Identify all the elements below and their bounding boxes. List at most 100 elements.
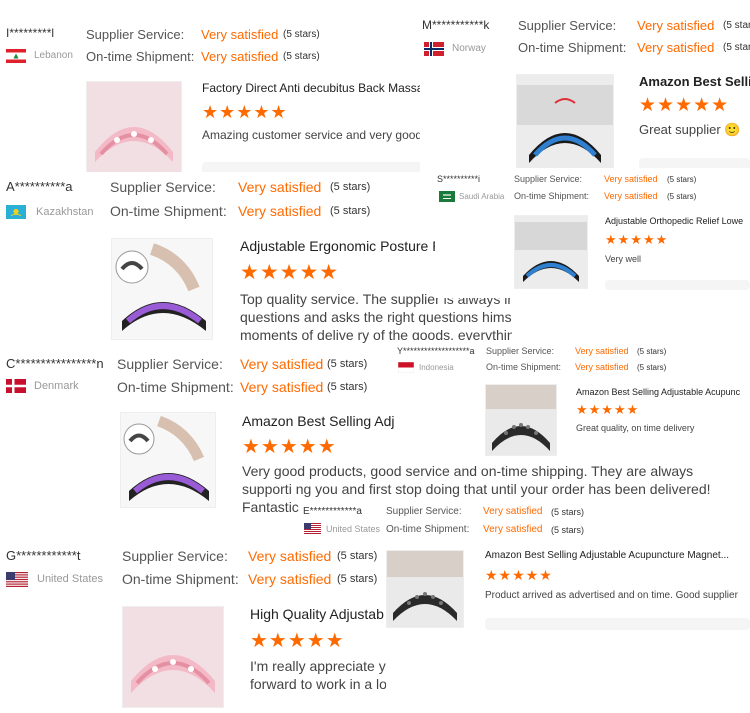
- shipment-stars: (5 stars): [327, 381, 368, 393]
- review-comment: Top quality service. The supplier is alw…: [240, 291, 512, 343]
- shipment-value: Very satisfied: [240, 379, 324, 395]
- product-thumbnail[interactable]: [516, 74, 614, 172]
- reviewer-country: United States: [326, 524, 381, 534]
- review-comment: Great supplier 🙂: [639, 122, 741, 137]
- rating-stars: ★★★★★: [605, 232, 669, 247]
- reviewer-country: Saudi Arabia: [459, 192, 505, 201]
- review-card: S**********i Saudi Arabia Supplier Servi…: [435, 168, 750, 298]
- reviewer-name: S**********i: [437, 174, 481, 184]
- saudi-arabia-flag-icon: [439, 191, 455, 202]
- shipment-value: Very satisfied: [238, 203, 322, 219]
- shipment-value: Very satisfied: [575, 362, 629, 372]
- supplier-service-value: Very satisfied: [240, 356, 324, 372]
- supplier-service-stars: (5 stars): [723, 20, 750, 31]
- massager-image-icon: [87, 82, 181, 176]
- product-title[interactable]: High Quality Adjustab: [250, 606, 384, 622]
- supplier-service-stars: (5 stars): [551, 507, 585, 517]
- product-title[interactable]: Adjustable Orthopedic Relief Lowe: [605, 216, 743, 226]
- massager-image-icon: [517, 75, 613, 171]
- supplier-service-label: Supplier Service:: [122, 548, 228, 564]
- product-title[interactable]: Amazon Best Selling Adjustable Acupunctu…: [485, 550, 729, 561]
- shipment-value: Very satisfied: [637, 40, 715, 55]
- massager-image-icon: [123, 607, 223, 707]
- united-states-flag-icon: [304, 523, 321, 535]
- reviewer-name: I*********l: [6, 26, 55, 40]
- shipment-label: On-time Shipment:: [514, 191, 590, 201]
- product-thumbnail[interactable]: [122, 606, 224, 708]
- supplier-service-value: Very satisfied: [637, 18, 715, 33]
- massager-image-icon: [387, 551, 463, 627]
- shipment-stars: (5 stars): [337, 573, 378, 585]
- product-title[interactable]: Amazon Best Selling Adjustable Acupunc: [576, 387, 740, 397]
- reviewer-country: Lebanon: [34, 50, 73, 61]
- reviewer-name: Y*******************a: [397, 346, 475, 356]
- supplier-service-label: Supplier Service:: [518, 18, 617, 33]
- review-comment: Very well: [605, 254, 642, 264]
- review-comment: Great quality, on time delivery: [576, 423, 695, 433]
- shipment-value: Very satisfied: [201, 49, 279, 64]
- shipment-value: Very satisfied: [483, 524, 543, 535]
- shipment-label: On-time Shipment:: [110, 203, 227, 219]
- rating-stars: ★★★★★: [242, 436, 337, 458]
- denmark-flag-icon: [6, 379, 26, 393]
- shipment-stars: (5 stars): [637, 363, 667, 372]
- review-card: M***********k Norway Supplier Service: V…: [420, 12, 750, 172]
- lebanon-flag-icon: [6, 49, 26, 63]
- shipment-label: On-time Shipment:: [122, 571, 239, 587]
- shipment-label: On-time Shipment:: [486, 362, 562, 372]
- review-card: Y*******************a Indonesia Supplier…: [395, 340, 750, 458]
- shipment-label: On-time Shipment:: [386, 524, 470, 535]
- rating-stars: ★★★★★: [202, 102, 288, 122]
- indonesia-flag-icon: [398, 362, 414, 373]
- supplier-service-value: Very satisfied: [575, 346, 629, 356]
- supplier-service-label: Supplier Service:: [110, 179, 216, 195]
- kazakhstan-flag-icon: [6, 205, 26, 219]
- massager-image-icon: [515, 216, 587, 288]
- supplier-service-stars: (5 stars): [637, 347, 667, 356]
- supplier-service-value: Very satisfied: [483, 506, 543, 517]
- product-title[interactable]: Amazon Best Selling: [639, 74, 750, 89]
- review-card: G************t United States Supplier Se…: [0, 542, 386, 713]
- supplier-service-label: Supplier Service:: [117, 356, 223, 372]
- supplier-service-label: Supplier Service:: [386, 506, 462, 517]
- united-states-flag-icon: [6, 572, 28, 587]
- reviewer-country: Kazakhstan: [36, 206, 94, 218]
- supplier-service-value: Very satisfied: [201, 27, 279, 42]
- rating-stars: ★★★★★: [576, 402, 640, 417]
- product-thumbnail[interactable]: [386, 550, 464, 628]
- supplier-service-value: Very satisfied: [604, 174, 658, 184]
- card-footer: [485, 618, 750, 630]
- supplier-service-stars: (5 stars): [327, 358, 368, 370]
- supplier-service-stars: (5 stars): [337, 550, 378, 562]
- massager-image-icon: [486, 385, 556, 455]
- reviewer-name: C****************n: [6, 356, 104, 371]
- product-thumbnail[interactable]: [86, 81, 182, 177]
- review-comment: Product arrived as advertised and on tim…: [485, 590, 738, 601]
- reviewer-country: United States: [37, 573, 104, 585]
- supplier-service-label: Supplier Service:: [86, 27, 185, 42]
- supplier-service-label: Supplier Service:: [514, 174, 583, 184]
- product-thumbnail[interactable]: [485, 384, 557, 456]
- rating-stars: ★★★★★: [639, 95, 730, 116]
- shipment-stars: (5 stars): [667, 192, 697, 201]
- product-thumbnail[interactable]: [514, 215, 588, 289]
- massager-image-icon: [112, 239, 212, 339]
- massager-image-icon: [121, 413, 215, 507]
- shipment-value: Very satisfied: [248, 571, 332, 587]
- supplier-service-value: Very satisfied: [238, 179, 322, 195]
- supplier-service-stars: (5 stars): [330, 181, 371, 193]
- reviewer-country: Indonesia: [419, 363, 454, 372]
- rating-stars: ★★★★★: [240, 261, 340, 284]
- shipment-stars: (5 stars): [551, 525, 585, 535]
- product-thumbnail[interactable]: [111, 238, 213, 340]
- review-comment: I'm really appreciate your professional …: [250, 658, 386, 692]
- shipment-stars: (5 stars): [723, 42, 750, 53]
- product-thumbnail[interactable]: [120, 412, 216, 508]
- rating-stars: ★★★★★: [250, 630, 345, 652]
- reviewer-name: A**********a: [6, 179, 73, 194]
- supplier-service-label: Supplier Service:: [486, 346, 555, 356]
- supplier-service-stars: (5 stars): [283, 29, 320, 40]
- shipment-label: On-time Shipment:: [518, 40, 627, 55]
- reviewer-name: E************a: [303, 506, 362, 517]
- reviewer-name: G************t: [6, 548, 81, 563]
